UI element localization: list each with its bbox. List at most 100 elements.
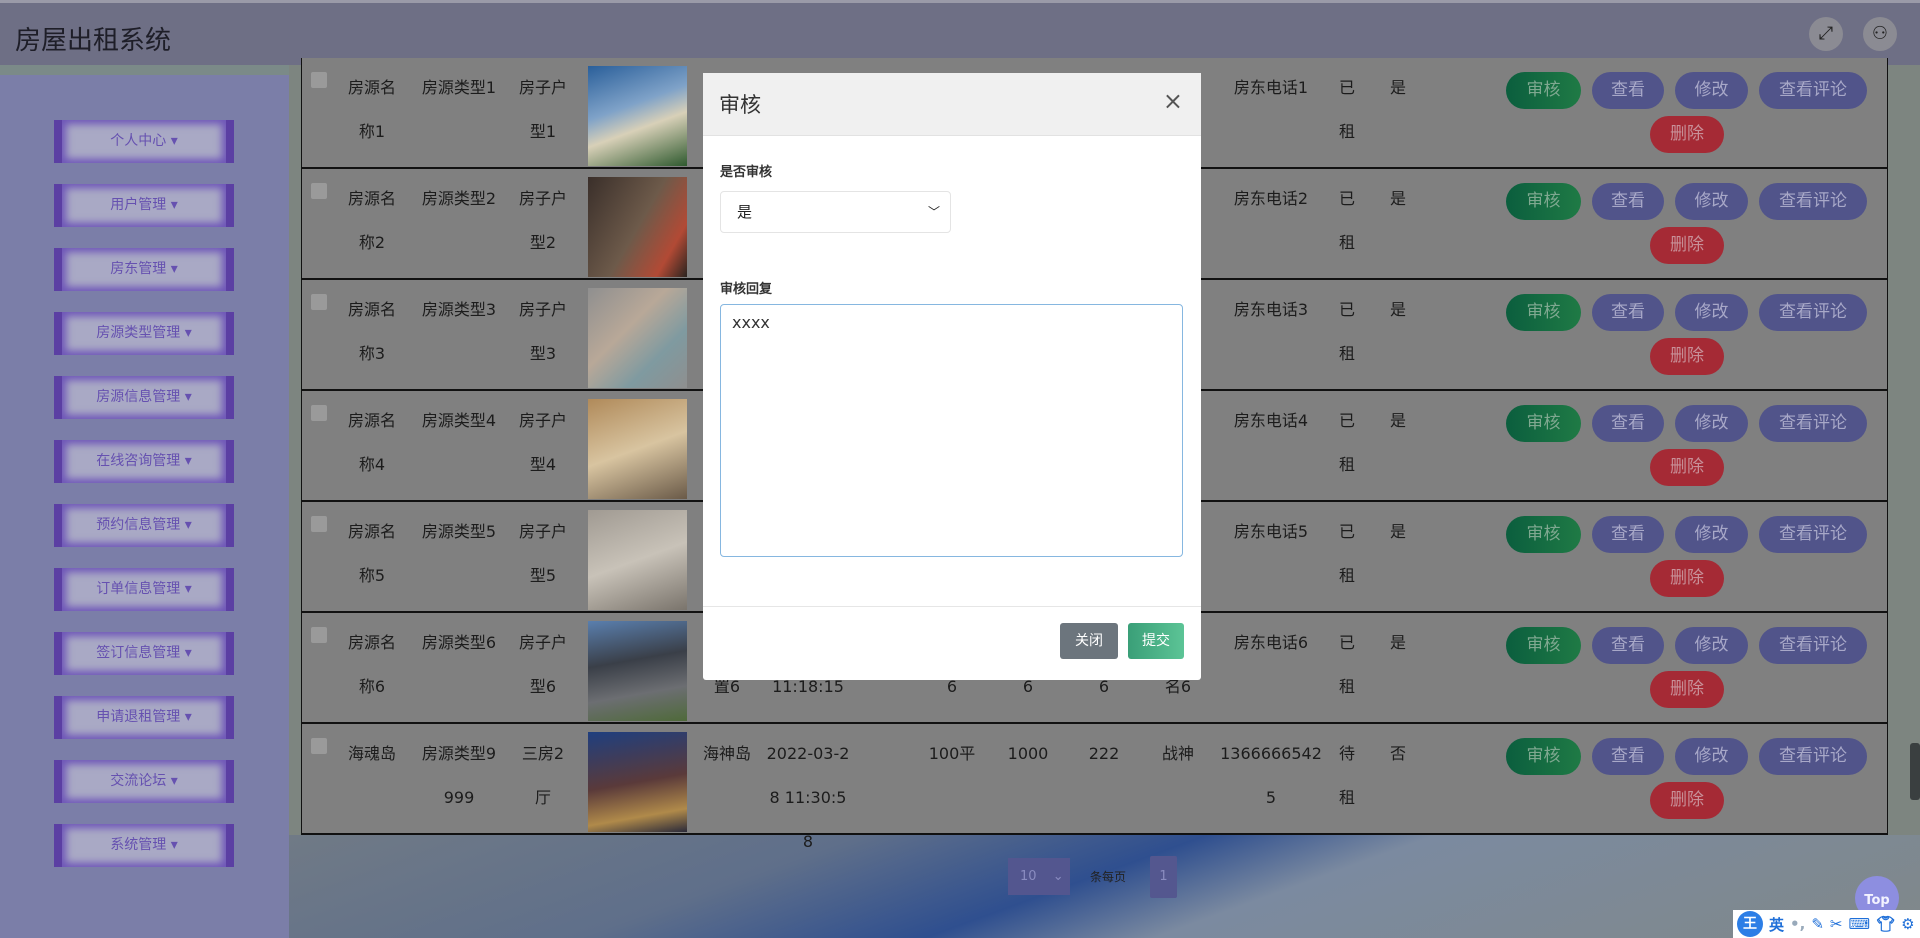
delete-button[interactable]: 删除 [1650, 782, 1724, 819]
living-room-image [588, 399, 687, 499]
close-button[interactable]: 关闭 [1060, 623, 1118, 659]
sidebar-item[interactable]: 房源信息管理 ▾ [54, 376, 234, 419]
comments-button[interactable]: 查看评论 [1759, 294, 1867, 331]
edit-button[interactable]: 修改 [1675, 405, 1748, 442]
page-size-select[interactable]: 10 ⌄ [1008, 858, 1070, 895]
landlord-phone: 房东电话2 [1233, 189, 1309, 208]
sidebar-item[interactable]: 申请退租管理 ▾ [54, 696, 234, 739]
gear-icon[interactable]: ⚙ [1901, 915, 1914, 933]
delete-button[interactable]: 删除 [1650, 671, 1724, 708]
view-button[interactable]: 查看 [1592, 72, 1664, 109]
view-button[interactable]: 查看 [1592, 183, 1664, 220]
sidebar-item[interactable]: 交流论坛 ▾ [54, 760, 234, 803]
page-1-button[interactable]: 1 [1150, 856, 1177, 898]
audited: 是 [1389, 300, 1406, 319]
sidebar-item[interactable]: 房东管理 ▾ [54, 248, 234, 291]
comments-button[interactable]: 查看评论 [1759, 405, 1867, 442]
sidebar-item[interactable]: 房源类型管理 ▾ [54, 312, 234, 355]
background-wave [289, 835, 1920, 938]
house-type: 房源类型2 [421, 189, 497, 208]
keyboard-icon[interactable]: ⌨ [1848, 915, 1870, 933]
sidebar-item-label: 个人中心 ▾ [62, 120, 226, 163]
audit-button[interactable]: 审核 [1506, 516, 1581, 553]
chevron-down-icon: ﹀ [927, 205, 940, 219]
sidebar-item-label: 系统管理 ▾ [62, 824, 226, 867]
audit-button[interactable]: 审核 [1506, 627, 1581, 664]
edit-button[interactable]: 修改 [1675, 738, 1748, 775]
audit-button[interactable]: 审核 [1506, 72, 1581, 109]
scissors-icon[interactable]: ✂ [1830, 915, 1843, 933]
sidebar-item-label: 签订信息管理 ▾ [62, 632, 226, 675]
comments-button[interactable]: 查看评论 [1759, 516, 1867, 553]
comments-button[interactable]: 查看评论 [1759, 183, 1867, 220]
sidebar-item[interactable]: 订单信息管理 ▾ [54, 568, 234, 611]
sidebar-item[interactable]: 个人中心 ▾ [54, 120, 234, 163]
user-icon[interactable]: ⚇ [1863, 17, 1897, 51]
view-button[interactable]: 查看 [1592, 738, 1664, 775]
punctuation-icon[interactable]: •, [1790, 915, 1805, 933]
sidebar-item-label: 房东管理 ▾ [62, 248, 226, 291]
ime-mode[interactable]: 英 [1769, 914, 1784, 935]
sidebar-item[interactable]: 用户管理 ▾ [54, 184, 234, 227]
audit-button[interactable]: 审核 [1506, 738, 1581, 775]
sidebar-item[interactable]: 系统管理 ▾ [54, 824, 234, 867]
reply-textarea[interactable] [720, 304, 1183, 557]
ime-logo[interactable]: 王 [1737, 911, 1763, 937]
edit-button[interactable]: 修改 [1675, 627, 1748, 664]
view-button[interactable]: 查看 [1592, 294, 1664, 331]
row-checkbox[interactable] [311, 405, 327, 421]
modal-footer-divider [703, 606, 1201, 607]
landlord-phone: 房东电话3 [1233, 300, 1309, 319]
price: 1000 [1007, 744, 1049, 763]
sidebar-item[interactable]: 预约信息管理 ▾ [54, 504, 234, 547]
skin-icon[interactable]: 👕︎ [1876, 915, 1895, 933]
audit-button[interactable]: 审核 [1506, 294, 1581, 331]
pen-icon[interactable]: ✎ [1811, 915, 1824, 933]
edit-button[interactable]: 修改 [1675, 72, 1748, 109]
house-type: 房源类型1 [421, 78, 497, 97]
view-button[interactable]: 查看 [1592, 405, 1664, 442]
house-type: 房源类型5 [421, 522, 497, 541]
comments-button[interactable]: 查看评论 [1759, 738, 1867, 775]
audited: 是 [1389, 411, 1406, 430]
submit-button[interactable]: 提交 [1128, 623, 1184, 659]
house-name: 房源名称5 [347, 522, 396, 585]
edit-button[interactable]: 修改 [1675, 294, 1748, 331]
edit-button[interactable]: 修改 [1675, 516, 1748, 553]
audit-button[interactable]: 审核 [1506, 405, 1581, 442]
rent-status: 待租 [1338, 744, 1355, 807]
ime-toolbar: 王 英 •, ✎ ✂ ⌨ 👕︎ ⚙ [1733, 910, 1920, 938]
sidebar-item[interactable]: 签订信息管理 ▾ [54, 632, 234, 675]
edit-button[interactable]: 修改 [1675, 183, 1748, 220]
row-checkbox[interactable] [311, 294, 327, 310]
bedroom-image [588, 177, 687, 277]
layout: 房子户型6 [518, 633, 567, 696]
delete-button[interactable]: 删除 [1650, 116, 1724, 153]
page-size-value: 10 [1020, 869, 1037, 884]
hotel-tower-image [588, 732, 687, 832]
audit-button[interactable]: 审核 [1506, 183, 1581, 220]
close-icon[interactable]: × [1163, 87, 1183, 115]
publish-time: 2022-03-28 11:30:58 [766, 744, 850, 851]
comments-button[interactable]: 查看评论 [1759, 72, 1867, 109]
audit-select[interactable]: 是 ﹀ [720, 191, 951, 233]
row-checkbox[interactable] [311, 183, 327, 199]
view-button[interactable]: 查看 [1592, 516, 1664, 553]
delete-button[interactable]: 删除 [1650, 338, 1724, 375]
scrollbar[interactable] [1910, 743, 1920, 800]
row-checkbox[interactable] [311, 627, 327, 643]
view-button[interactable]: 查看 [1592, 627, 1664, 664]
row-checkbox[interactable] [311, 738, 327, 754]
row-checkbox[interactable] [311, 72, 327, 88]
row-checkbox[interactable] [311, 516, 327, 532]
fullscreen-icon[interactable]: ⤢ [1809, 17, 1843, 51]
comments-button[interactable]: 查看评论 [1759, 627, 1867, 664]
office-building-image [588, 621, 687, 721]
delete-button[interactable]: 删除 [1650, 560, 1724, 597]
sidebar-item[interactable]: 在线咨询管理 ▾ [54, 440, 234, 483]
delete-button[interactable]: 删除 [1650, 449, 1724, 486]
delete-button[interactable]: 删除 [1650, 227, 1724, 264]
audited: 是 [1389, 633, 1406, 652]
app-title: 房屋出租系统 [15, 26, 172, 56]
sidebar-item-label: 房源类型管理 ▾ [62, 312, 226, 355]
